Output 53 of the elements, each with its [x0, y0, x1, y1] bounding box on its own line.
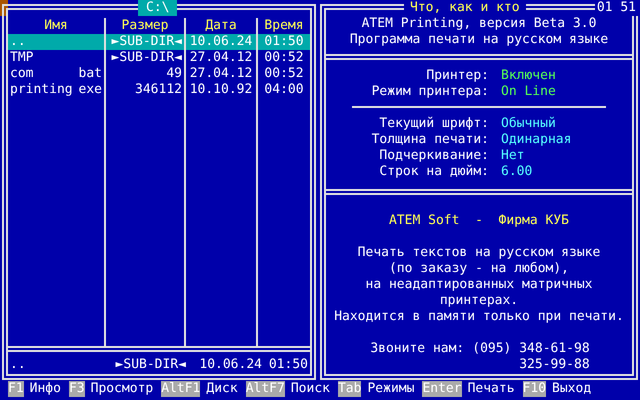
time-text: 01:50	[268, 357, 308, 373]
date-text: 10.06.24	[198, 357, 262, 373]
size-cell[interactable]: ►SUB-DIR◄	[106, 50, 184, 66]
function-label[interactable]: Выход	[552, 381, 592, 397]
setting-label: Толщина печати:	[370, 132, 489, 148]
description-text: принтерах.	[440, 293, 518, 309]
file-name-cell[interactable]: TMP	[8, 50, 104, 66]
setting-value: Включен	[501, 68, 556, 84]
setting-value: Одинарная	[501, 132, 572, 148]
setting-label: Строк на дюйм:	[378, 164, 489, 180]
setting-label: Режим принтера:	[370, 84, 489, 100]
setting-label: Принтер:	[425, 68, 489, 84]
setting-value: Обычный	[501, 116, 556, 132]
time-cell[interactable]: 00:52	[258, 66, 310, 82]
date-cell[interactable]: 27.04.12	[186, 66, 256, 82]
setting-value: On Line	[501, 84, 556, 100]
function-label[interactable]: Просмотр	[90, 381, 154, 397]
column-header: Дата	[204, 18, 238, 34]
description-text: Печать текстов на русском языке	[358, 245, 600, 261]
time-cell[interactable]: 04:00	[258, 82, 310, 98]
setting-label: Подчеркивание:	[378, 148, 489, 164]
setting-value: Нет	[501, 148, 524, 164]
panel-title: Что, как и кто	[404, 0, 526, 16]
phone-number: (095) 348-61-98	[472, 341, 590, 357]
time-cell[interactable]: 00:52	[258, 50, 310, 66]
clock-text: 01 51	[594, 0, 638, 16]
phone-number: 325-99-88	[519, 357, 590, 373]
date-cell[interactable]: 27.04.12	[186, 50, 256, 66]
description-text: Находится в памяти только при печати.	[334, 309, 624, 325]
column-header: Имя	[43, 18, 69, 34]
header-text: Программа печати на русском языке	[350, 32, 608, 48]
function-label[interactable]: Поиск	[290, 381, 330, 397]
function-label[interactable]: Инфо	[30, 381, 61, 397]
path-title: C:\	[138, 0, 178, 16]
description-text: на неадаптированных матричных	[366, 277, 592, 293]
function-label[interactable]: Режимы	[367, 381, 414, 397]
function-label[interactable]: Диск	[206, 381, 238, 397]
contact-label: Звоните нам:	[370, 341, 464, 358]
date-cell[interactable]: 10.10.92	[186, 82, 256, 98]
company-text: ATEM Soft - Фирма КУБ	[388, 213, 569, 229]
description-text: (по заказу - на любом),	[388, 261, 569, 277]
column-header: Время	[263, 18, 305, 34]
setting-value: 6.00	[501, 164, 532, 180]
size-text: ►SUB-DIR◄	[114, 357, 186, 373]
setting-label: Текущий шрифт:	[378, 116, 489, 132]
file-name-cell[interactable]: printing exe	[8, 82, 104, 98]
file-name-text: ..	[10, 357, 27, 373]
header-text: ATEM Printing, версия Beta 3.0	[362, 16, 596, 32]
size-cell[interactable]: 346112	[106, 82, 184, 98]
file-name-cell[interactable]: com bat	[8, 66, 104, 82]
function-label[interactable]: Печать	[468, 381, 515, 397]
size-cell[interactable]: 49	[106, 66, 184, 82]
column-header: Размер	[120, 18, 170, 34]
